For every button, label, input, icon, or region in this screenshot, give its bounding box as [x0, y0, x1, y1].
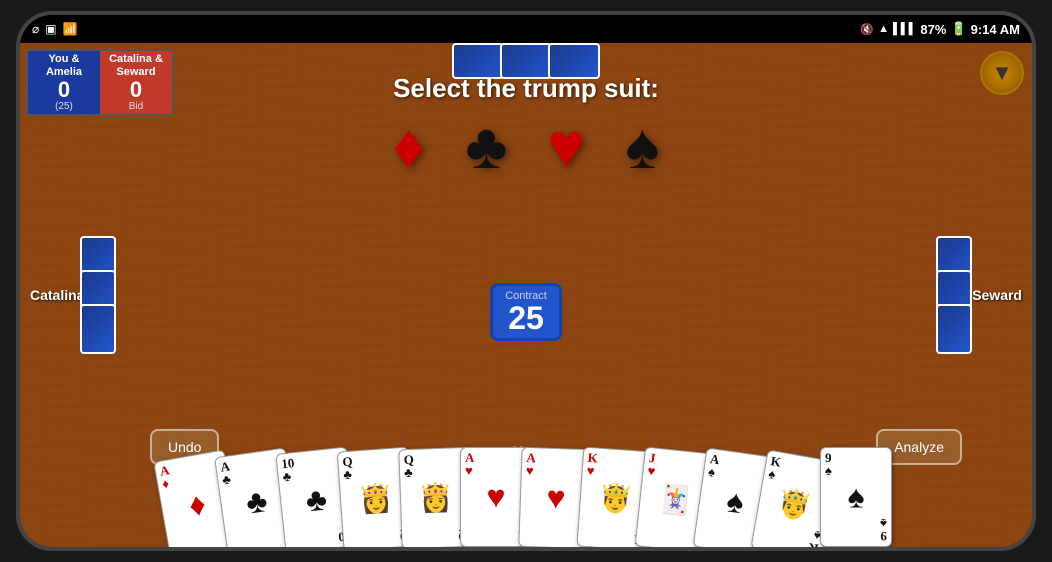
score-panel: You &Amelia 0 (25) Catalina &Seward 0 Bi…: [26, 49, 174, 116]
player-right-label: Seward: [972, 287, 1022, 303]
team2-bid: Bid: [108, 101, 164, 112]
hearts-suit-button[interactable]: ♥: [547, 114, 585, 178]
card-figure: 👸: [418, 480, 454, 515]
card-center-suit: ♠: [724, 482, 746, 521]
hand-area: A♦ ♦ A♦ A♣ ♣ A♣ 10♣ ♣ 10♣ Q♣ 👸 Q♣: [20, 437, 1032, 547]
sim-icon: ▣: [45, 22, 56, 36]
phone-frame: ⌀ ▣ 📶 🔇 ▲ ▌▌▌ 87% 🔋 9:14 AM You &Amelia …: [16, 11, 1036, 551]
game-area: You &Amelia 0 (25) Catalina &Seward 0 Bi…: [20, 43, 1032, 547]
card-rank-bottom: 9♠: [880, 517, 887, 543]
battery-icon: 🔋: [950, 21, 966, 37]
battery-percent: 87%: [920, 22, 946, 37]
card-rank-top: A♥: [526, 451, 589, 479]
card-figure: 👸: [358, 481, 395, 517]
team1-score: You &Amelia 0 (25): [28, 51, 100, 114]
card-rank-top: 10♣: [281, 451, 345, 483]
hand-card-12[interactable]: 9♠ ♠ 9♠: [820, 447, 892, 547]
trump-suits: ♦ ♣ ♥ ♠: [20, 114, 1032, 178]
usb-icon: ⌀: [32, 22, 39, 36]
clock: 9:14 AM: [971, 22, 1020, 37]
cards-right: [936, 244, 972, 346]
status-right: 🔇 ▲ ▌▌▌ 87% 🔋 9:14 AM: [860, 21, 1020, 37]
card-rank-top: A♥: [465, 451, 527, 477]
card-center-suit: ♣: [304, 480, 329, 519]
mute-icon: 🔇: [860, 23, 874, 36]
card-center-suit: ♠: [848, 479, 865, 516]
clubs-suit-button[interactable]: ♣: [465, 114, 507, 178]
card-figure: 🤴: [597, 481, 634, 517]
spades-suit-button[interactable]: ♠: [625, 114, 659, 178]
status-icons: ⌀ ▣ 📶: [32, 22, 78, 36]
team2-score: Catalina &Seward 0 Bid: [100, 51, 172, 114]
card-center-suit: ♥: [487, 479, 506, 516]
signal-bars-icon: ▌▌▌: [893, 23, 916, 35]
card-rank-top: A♣: [220, 452, 285, 486]
chevron-down-icon: ▼: [991, 60, 1013, 86]
player-left-label: Catalina: [30, 287, 84, 303]
card-rank-top: Q♣: [342, 451, 406, 481]
contract-value: 25: [505, 302, 547, 334]
wifi-icon: 📶: [63, 22, 78, 36]
info-button[interactable]: ▼: [980, 51, 1024, 95]
card-figure: 🤴: [774, 485, 814, 525]
card-rank-top: 9♠: [825, 451, 887, 477]
team1-name: You &Amelia: [36, 53, 92, 79]
card-rank-top: Q♣: [403, 451, 466, 479]
card-rank-top: K♥: [586, 451, 650, 481]
team1-bid: (25): [36, 101, 92, 112]
contract-badge: Contract 25: [490, 283, 562, 341]
team2-name: Catalina &Seward: [108, 53, 164, 79]
wifi-signal-icon: ▲: [878, 23, 889, 35]
card-center-suit: ♣: [244, 482, 270, 522]
card-figure: 🃏: [657, 481, 695, 518]
team2-value: 0: [108, 79, 164, 101]
card-center-suit: ♦: [186, 485, 209, 524]
card-back: [80, 304, 116, 354]
cards-left: [80, 244, 116, 346]
team1-value: 0: [36, 79, 92, 101]
card-center-suit: ♥: [546, 479, 566, 517]
status-bar: ⌀ ▣ 📶 🔇 ▲ ▌▌▌ 87% 🔋 9:14 AM: [20, 15, 1032, 43]
diamonds-suit-button[interactable]: ♦: [393, 114, 426, 178]
card-back: [936, 304, 972, 354]
